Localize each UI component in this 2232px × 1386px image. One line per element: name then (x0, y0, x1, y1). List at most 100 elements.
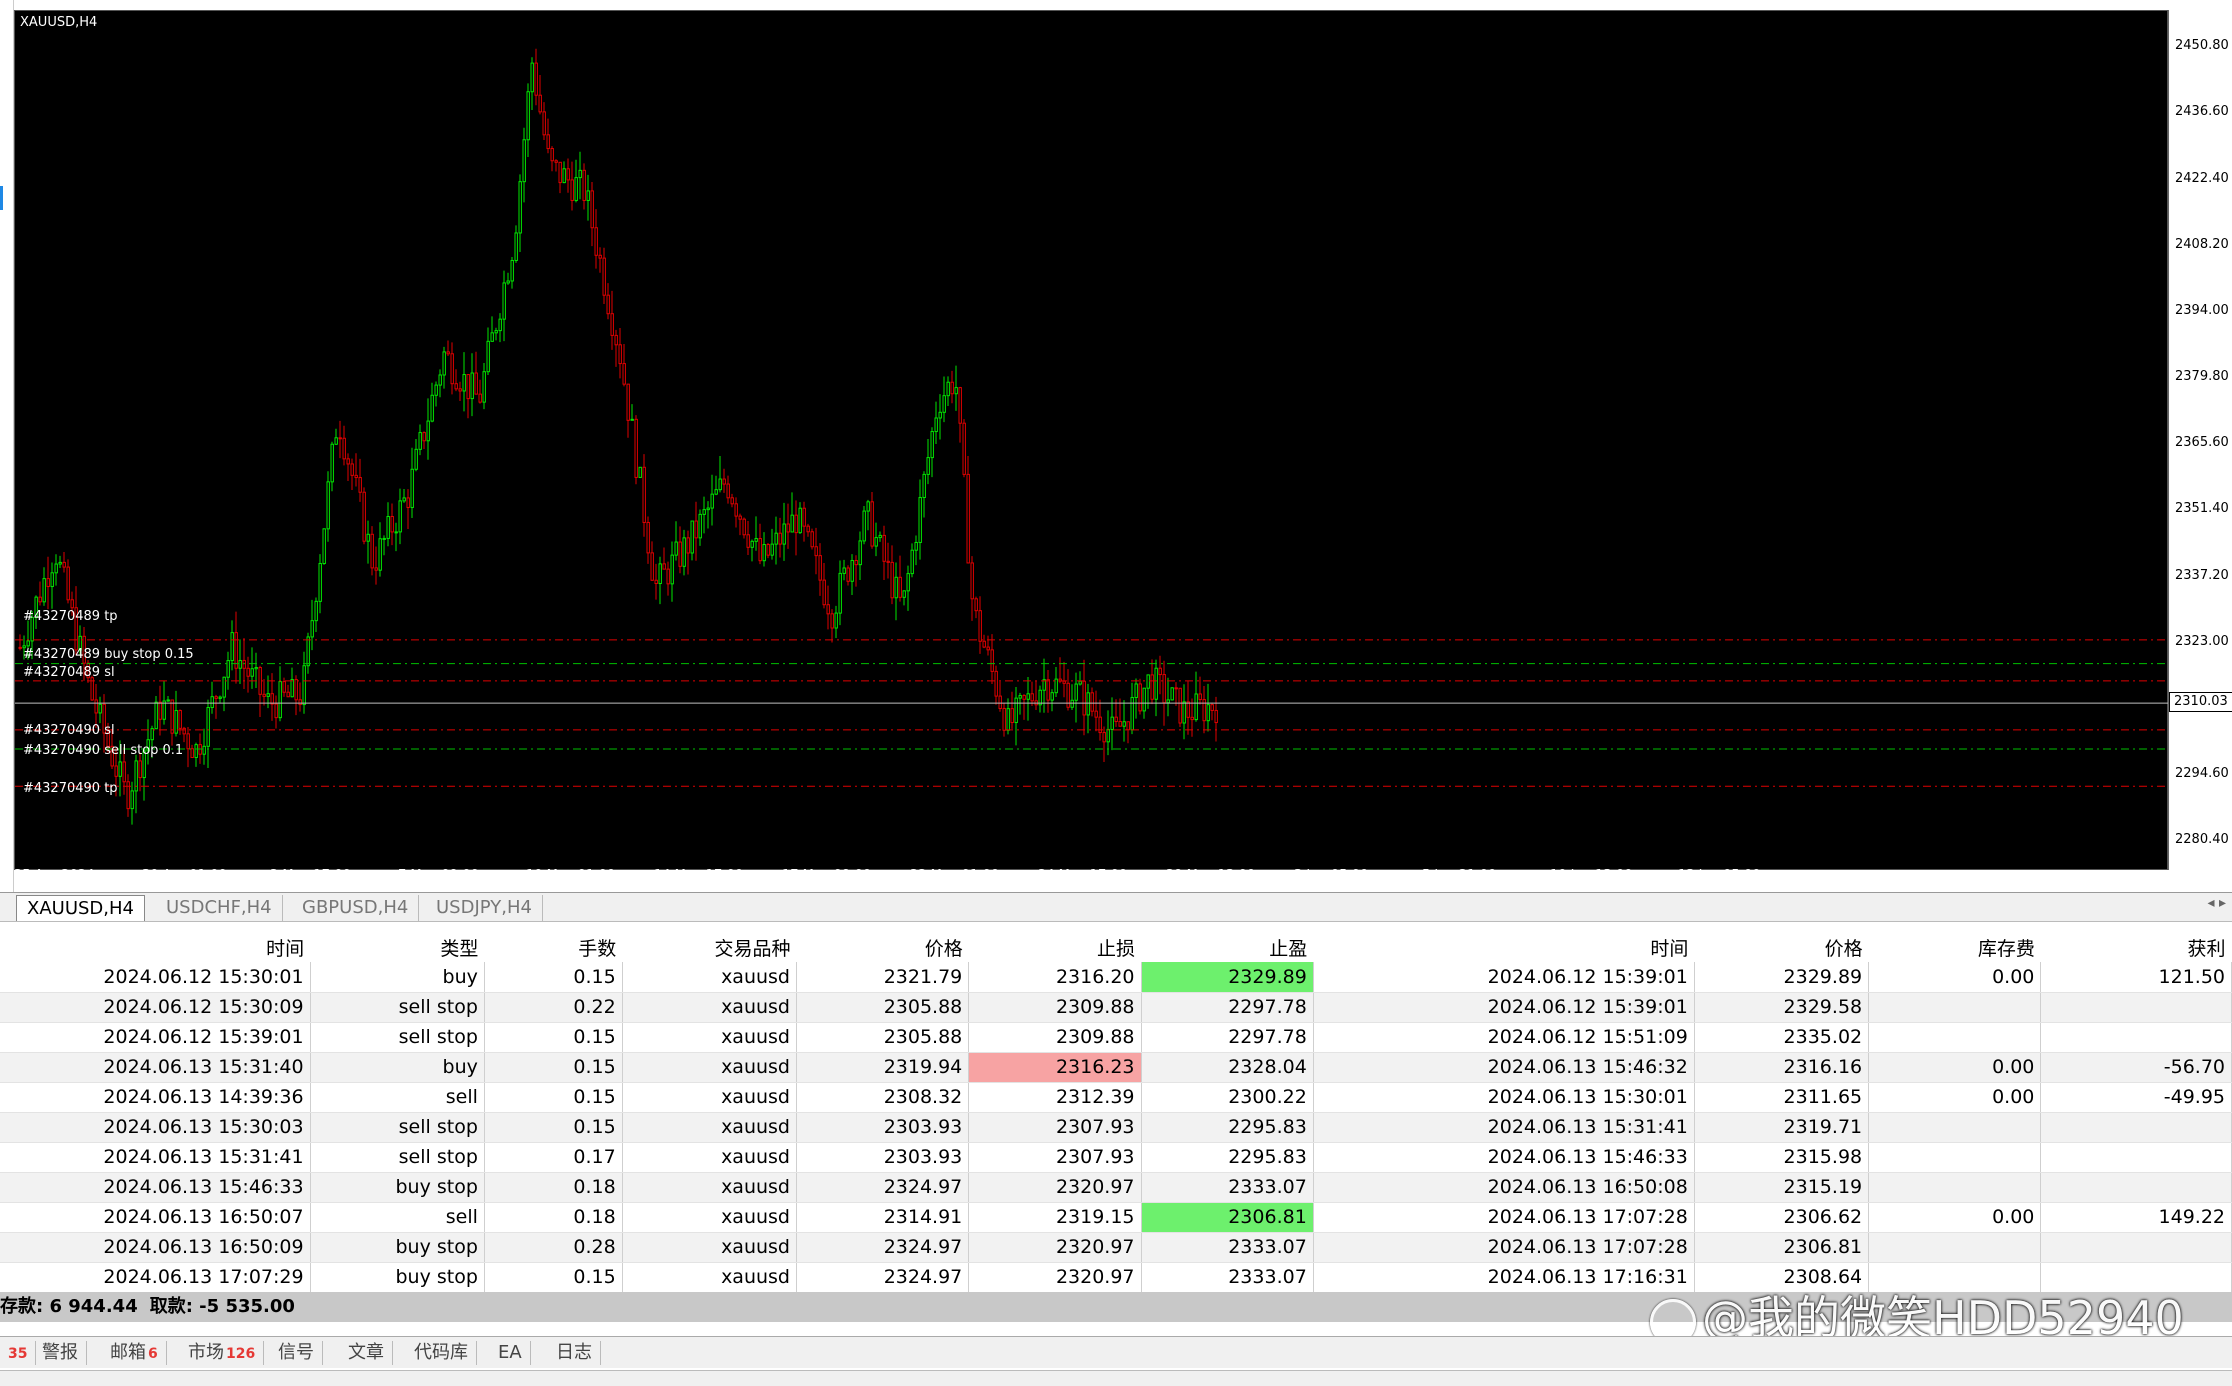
column-header[interactable]: 获利 (2040, 932, 2232, 962)
candle-body (886, 560, 890, 563)
candle-body (1038, 689, 1042, 706)
terminal-tab[interactable]: 文章 (340, 1341, 393, 1365)
tab-usdjpy[interactable]: USDJPY,H4 (426, 895, 543, 921)
candle-body (98, 703, 102, 714)
candle-body (746, 534, 750, 548)
candle-body (718, 478, 722, 491)
column-header[interactable]: 时间 (0, 932, 311, 962)
column-header[interactable]: 交易品种 (622, 932, 797, 962)
candle-body (1046, 679, 1050, 701)
candle-body (1002, 707, 1006, 731)
tab-xauusd[interactable]: XAUUSD,H4 (16, 895, 145, 921)
candle-body (1190, 716, 1194, 721)
order-label-sl2: #43270490 sl (23, 723, 115, 738)
table-cell: 2297.78 (1141, 992, 1314, 1023)
table-cell: 0.28 (484, 1232, 623, 1263)
tab-gbpusd[interactable]: GBPUSD,H4 (292, 895, 420, 921)
tab-scroll-arrows[interactable]: ◂ ▸ (2207, 895, 2226, 911)
terminal-tab[interactable]: 日志 (548, 1341, 601, 1365)
column-header[interactable]: 价格 (1694, 932, 1869, 962)
candle-body (702, 509, 706, 515)
candle-body (1206, 704, 1210, 722)
candle-body (294, 679, 298, 701)
candle-body (330, 443, 334, 483)
candle-body (710, 493, 714, 509)
table-row[interactable]: 2024.06.13 15:31:41 sell stop 0.17 xauusd 23… (0, 1142, 2232, 1173)
table-cell: 2024.06.13 16:50:08 (1313, 1172, 1695, 1203)
price-label: 2294.60 (2175, 766, 2229, 782)
terminal-tab[interactable]: 35 (0, 1341, 37, 1365)
terminal-tab[interactable]: 代码库 (406, 1341, 477, 1365)
candle-body (798, 507, 802, 534)
column-header[interactable]: 价格 (796, 932, 969, 962)
table-body: 2024.06.12 15:30:01 buy 0.15 xauusd 2321.79 2… (0, 962, 2232, 1293)
candle-body (450, 353, 454, 385)
table-cell: 2320.97 (968, 1232, 1142, 1263)
terminal-tab-label: 市场 (188, 1342, 224, 1363)
candle-body (298, 699, 302, 706)
candle-body (714, 489, 718, 495)
time-label: 22 May 01:00 (910, 868, 1000, 883)
candle-body (574, 177, 578, 201)
table-row[interactable]: 2024.06.12 15:39:01 sell stop 0.15 xauusd 23… (0, 1022, 2232, 1053)
time-label: 29 May 13:00 (1166, 868, 1256, 883)
terminal-tab-badge: 6 (148, 1346, 158, 1362)
candle-body (218, 696, 222, 699)
table-cell: 2024.06.13 15:46:33 (1313, 1142, 1695, 1173)
candle-body (934, 417, 938, 433)
candle-body (786, 523, 790, 533)
table-row[interactable]: 2024.06.13 15:31:40 buy 0.15 xauusd 2319.94 2… (0, 1052, 2232, 1083)
table-cell (1868, 1232, 2042, 1263)
candle-body (426, 420, 430, 442)
column-header[interactable]: 库存费 (1868, 932, 2041, 962)
price-label: 2379.80 (2175, 369, 2229, 385)
table-row[interactable]: 2024.06.13 15:46:33 buy stop 0.18 xauusd 232… (0, 1172, 2232, 1203)
candle-body (1166, 699, 1170, 704)
candle-body (1030, 693, 1034, 702)
candle-body (50, 572, 54, 588)
price-label: 2323.00 (2175, 633, 2229, 649)
candle-body (542, 111, 546, 136)
candle-body (982, 640, 986, 648)
terminal-tab[interactable]: 市场 126 (180, 1341, 265, 1365)
candle-body (962, 422, 966, 475)
candle-body (530, 62, 534, 93)
candle-body (522, 139, 526, 183)
table-row[interactable]: 2024.06.12 15:30:01 buy 0.15 xauusd 2321.79 2… (0, 962, 2232, 993)
candle-body (466, 374, 470, 400)
table-cell: 0.15 (484, 1052, 623, 1083)
terminal-tab[interactable]: 邮箱 6 (102, 1341, 167, 1365)
column-header[interactable]: 止损 (968, 932, 1142, 962)
time-label: 10 Jun 13:00 (1550, 868, 1633, 883)
time-label: 14 May 17:00 (654, 868, 744, 883)
column-header[interactable]: 类型 (310, 932, 485, 962)
candle-body (906, 573, 910, 592)
table-row[interactable]: 2024.06.13 14:39:36 sell 0.15 xauusd 2308.32… (0, 1082, 2232, 1113)
candle-body (378, 538, 382, 571)
candle-body (1066, 682, 1070, 708)
terminal-tab-label: 35 (8, 1346, 28, 1362)
price-chart[interactable]: XAUUSD,H4 #43270489 tp #43270489 buy sto… (14, 10, 2169, 870)
table-row[interactable]: 2024.06.13 15:30:03 sell stop 0.15 xauusd 23… (0, 1112, 2232, 1143)
table-cell: 2305.88 (796, 1022, 970, 1053)
candle-body (266, 693, 270, 697)
column-header[interactable]: 手数 (484, 932, 623, 962)
table-row[interactable]: 2024.06.12 15:30:09 sell stop 0.22 xauusd 23… (0, 992, 2232, 1023)
candle-body (318, 563, 322, 602)
candle-body (726, 483, 730, 499)
terminal-tab[interactable]: 警报 (34, 1341, 87, 1365)
candle-body (742, 518, 746, 536)
table-row[interactable]: 2024.06.13 16:50:07 sell 0.18 xauusd 2314.91… (0, 1202, 2232, 1233)
candle-body (762, 544, 766, 562)
terminal-tab[interactable]: EA (490, 1341, 531, 1365)
candle-body (966, 473, 970, 564)
candle-body (526, 91, 530, 141)
column-header[interactable]: 时间 (1313, 932, 1695, 962)
current-price-label: 2310.03 (2169, 692, 2232, 713)
candle-body (1078, 680, 1082, 685)
column-header[interactable]: 止盈 (1141, 932, 1314, 962)
candle-body (1050, 692, 1054, 701)
table-row[interactable]: 2024.06.13 16:50:09 buy stop 0.28 xauusd 232… (0, 1232, 2232, 1263)
tab-usdchf[interactable]: USDCHF,H4 (156, 895, 283, 921)
terminal-tab[interactable]: 信号 (270, 1341, 323, 1365)
